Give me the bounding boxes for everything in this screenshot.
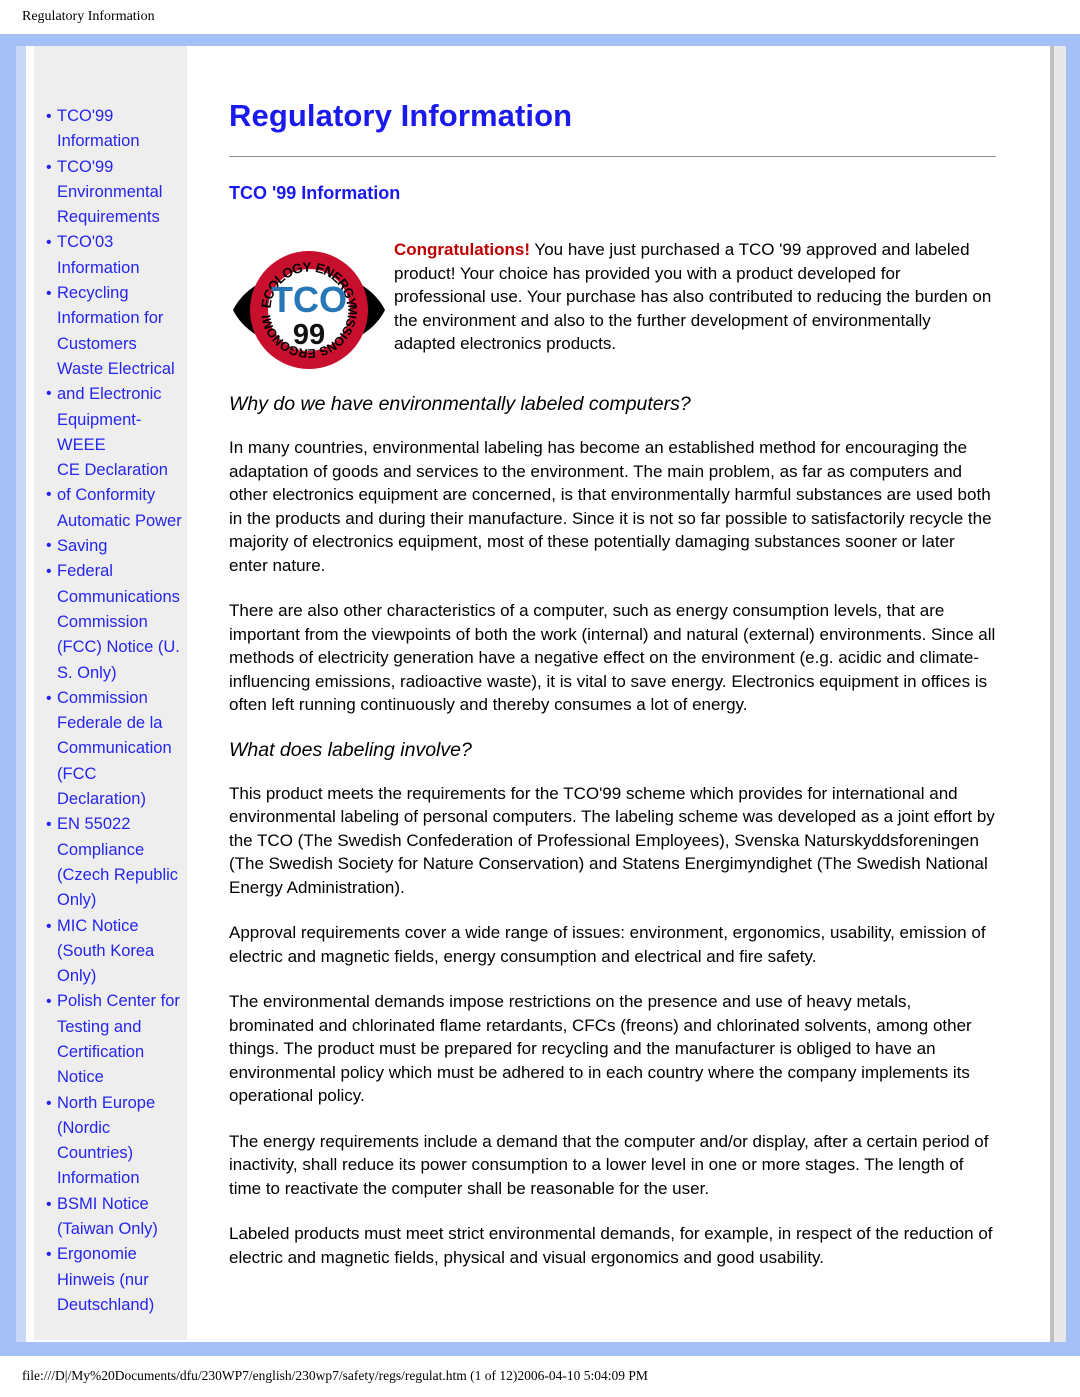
intro-block: ECOLOGY ENERGY EMISSIONS ERGONOMICS TCO …	[224, 230, 996, 385]
sidebar-navigation: TCO'99 Information TCO'99 Environmental …	[34, 46, 187, 1340]
title-divider	[229, 156, 996, 157]
paragraph-energy-consumption: There are also other characteristics of …	[229, 601, 996, 714]
sidebar-item-recycling-information[interactable]: Recycling Information for Customers	[46, 281, 183, 357]
sidebar-item-polish-center-notice[interactable]: Polish Center for Testing and Certificat…	[46, 989, 183, 1090]
paragraph-energy-requirements: The energy requirements include a demand…	[229, 1131, 989, 1198]
sidebar-item-tco99-information[interactable]: TCO'99 Information	[46, 104, 183, 155]
page-title: Regulatory Information	[229, 98, 573, 133]
section-title: TCO '99 Information	[229, 183, 401, 203]
browser-print-header: Regulatory Information	[22, 9, 155, 24]
page-frame: TCO'99 Information TCO'99 Environmental …	[0, 34, 1080, 1356]
sidebar-item-ce-declaration[interactable]: CE Declaration of Conformity	[46, 458, 183, 509]
sidebar-item-mic-notice[interactable]: MIC Notice (South Korea Only)	[46, 914, 183, 990]
svg-text:TCO: TCO	[271, 279, 347, 320]
tco99-certification-logo-icon: ECOLOGY ENERGY EMISSIONS ERGONOMICS TCO …	[224, 238, 385, 369]
paragraph-tco99-scheme: This product meets the requirements for …	[229, 783, 995, 897]
browser-print-footer: file:///D|/My%20Documents/dfu/230WP7/eng…	[22, 1368, 648, 1383]
sidebar-item-weee[interactable]: Waste Electrical and Electronic Equipmen…	[46, 357, 183, 458]
paragraph-environmental-demands: The environmental demands impose restric…	[229, 992, 972, 1105]
main-content: Regulatory Information TCO '99 Informati…	[187, 46, 1034, 1342]
right-gutter-strip	[1054, 46, 1066, 1342]
sidebar-item-north-europe-information[interactable]: North Europe (Nordic Countries) Informat…	[46, 1091, 183, 1192]
sidebar-item-tco03-information[interactable]: TCO'03 Information	[46, 230, 183, 281]
sidebar-item-bsmi-notice[interactable]: BSMI Notice (Taiwan Only)	[46, 1192, 183, 1243]
sidebar-link-list: TCO'99 Information TCO'99 Environmental …	[34, 104, 187, 1318]
sidebar-item-tco99-environmental-requirements[interactable]: TCO'99 Environmental Requirements	[46, 155, 183, 231]
paragraph-approval-requirements: Approval requirements cover a wide range…	[229, 923, 986, 966]
sidebar-item-automatic-power-saving[interactable]: Automatic Power Saving	[46, 509, 183, 560]
subheading-why-labeled-computers: Why do we have environmentally labeled c…	[229, 393, 691, 415]
congratulations-label: Congratulations!	[394, 240, 530, 259]
sidebar-item-fcc-notice[interactable]: Federal Communications Commission (FCC) …	[46, 559, 183, 685]
sidebar-item-fcc-declaration-french[interactable]: Commission Federale de la Communication …	[46, 686, 183, 812]
paragraph-labeled-products: Labeled products must meet strict enviro…	[229, 1224, 993, 1267]
sidebar-item-en55022-compliance[interactable]: EN 55022 Compliance (Czech Republic Only…	[46, 812, 183, 913]
paragraph-environmental-labeling: In many countries, environmental labelin…	[229, 438, 992, 575]
sidebar-item-ergonomie-hinweis[interactable]: Ergonomie Hinweis (nur Deutschland)	[46, 1242, 183, 1318]
tco99-logo-wrapper: ECOLOGY ENERGY EMISSIONS ERGONOMICS TCO …	[224, 230, 394, 385]
left-gutter-strip	[16, 46, 26, 1342]
page-layout: TCO'99 Information TCO'99 Environmental …	[34, 46, 1034, 1342]
intro-paragraph: Congratulations! You have just purchased…	[394, 230, 996, 356]
svg-text:99: 99	[293, 319, 325, 351]
subheading-what-does-labeling-involve: What does labeling involve?	[229, 738, 472, 761]
